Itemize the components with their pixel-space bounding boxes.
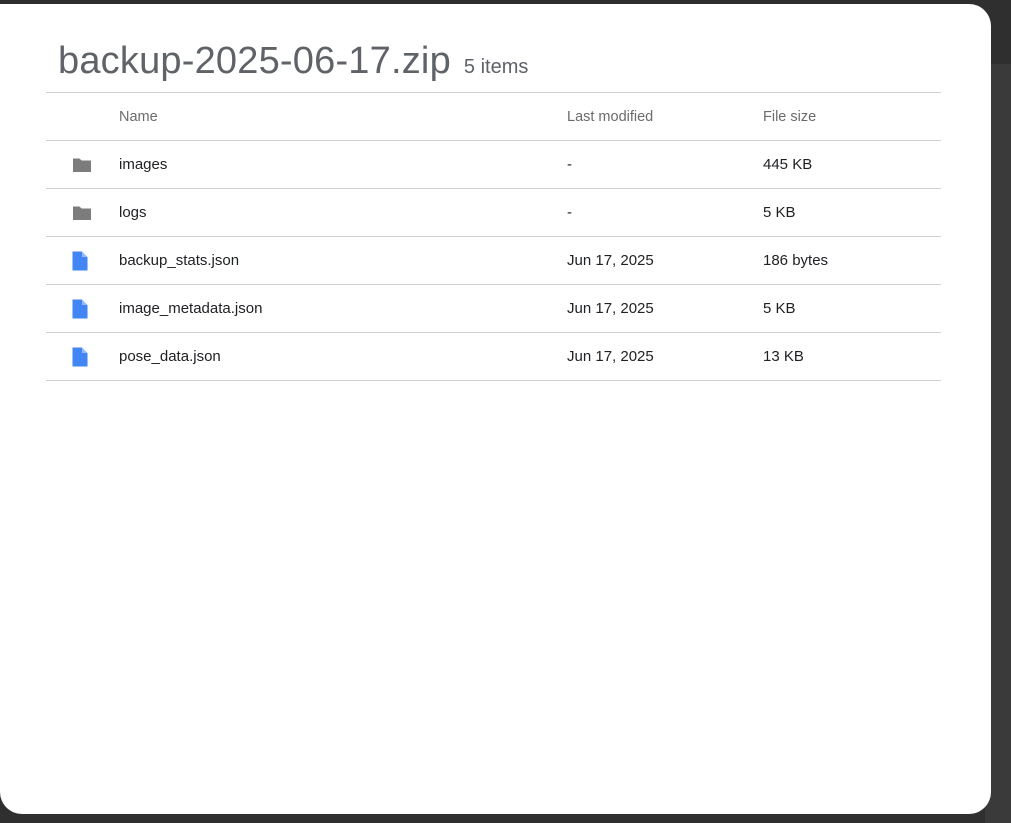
table-header-row: Name Last modified File size	[46, 92, 941, 141]
file-name: image_metadata.json	[119, 300, 263, 317]
file-name: logs	[119, 204, 147, 221]
file-list-body: images - 445 KB logs - 5 KB backup_stats.json J…	[46, 141, 941, 381]
header-name[interactable]: Name	[119, 93, 567, 141]
table-row[interactable]: image_metadata.json Jun 17, 2025 5 KB	[46, 285, 941, 333]
archive-title: backup-2025-06-17.zip	[58, 40, 451, 82]
file-last-modified: -	[567, 156, 572, 173]
header-icon-column	[46, 93, 119, 141]
file-name: images	[119, 156, 168, 173]
table-row[interactable]: pose_data.json Jun 17, 2025 13 KB	[46, 333, 941, 381]
file-last-modified: Jun 17, 2025	[567, 300, 654, 317]
table-row[interactable]: images - 445 KB	[46, 141, 941, 189]
file-size: 13 KB	[763, 348, 804, 365]
file-last-modified: -	[567, 204, 572, 221]
table-row[interactable]: backup_stats.json Jun 17, 2025 186 bytes	[46, 237, 941, 285]
zip-viewer-panel: backup-2025-06-17.zip 5 items Name Last …	[0, 4, 991, 814]
document-icon	[46, 237, 119, 285]
header-file-size[interactable]: File size	[763, 93, 941, 141]
file-last-modified: Jun 17, 2025	[567, 252, 654, 269]
file-size: 5 KB	[763, 300, 796, 317]
header-last-modified[interactable]: Last modified	[567, 93, 763, 141]
panel-header: backup-2025-06-17.zip 5 items	[58, 40, 528, 83]
file-list-table: Name Last modified File size images - 445 …	[46, 92, 941, 381]
item-count: 5 items	[463, 56, 529, 78]
folder-icon	[46, 189, 119, 237]
document-icon	[46, 333, 119, 381]
file-last-modified: Jun 17, 2025	[567, 348, 654, 365]
file-size: 445 KB	[763, 156, 813, 173]
file-size: 5 KB	[763, 204, 796, 221]
document-icon	[46, 285, 119, 333]
file-name: pose_data.json	[119, 348, 221, 365]
file-size: 186 bytes	[763, 252, 829, 269]
table-row[interactable]: logs - 5 KB	[46, 189, 941, 237]
folder-icon	[46, 141, 119, 189]
file-name: backup_stats.json	[119, 252, 240, 269]
